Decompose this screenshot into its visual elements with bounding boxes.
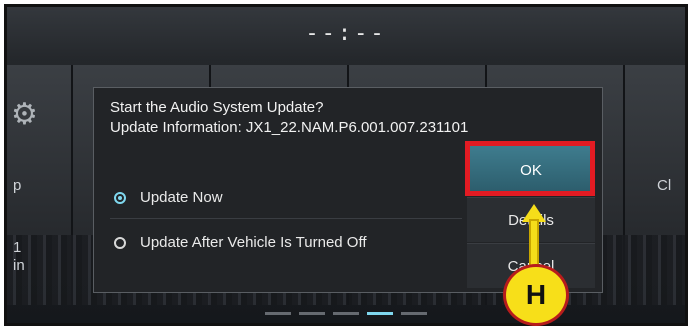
gear-icon: ⚙ xyxy=(11,98,38,131)
ok-highlight-box xyxy=(465,141,595,196)
option-label: Update After Vehicle Is Turned Off xyxy=(140,234,367,251)
radio-unselected-icon[interactable] xyxy=(114,236,126,249)
option-update-after-off[interactable]: Update After Vehicle Is Turned Off xyxy=(114,234,367,251)
step-badge: H xyxy=(503,264,569,326)
update-information: Update Information: JX1_22.NAM.P6.001.00… xyxy=(110,119,469,136)
page-dot-active[interactable] xyxy=(367,312,393,315)
status-bar: --:-- xyxy=(7,7,685,61)
page-dot[interactable] xyxy=(333,312,359,315)
tile-label: p xyxy=(13,177,22,194)
option-update-now[interactable]: Update Now xyxy=(114,189,223,206)
page-dot[interactable] xyxy=(401,312,427,315)
radio-selected-icon[interactable] xyxy=(114,191,126,204)
dialog-title: Start the Audio System Update? xyxy=(110,99,324,116)
tile-label: Cl xyxy=(657,177,672,194)
page-indicator xyxy=(265,312,427,315)
option-label: Update Now xyxy=(140,189,223,206)
divider xyxy=(110,218,462,219)
page-dot[interactable] xyxy=(265,312,291,315)
tile-label: in xyxy=(13,257,25,274)
page-dot[interactable] xyxy=(299,312,325,315)
tile-label: 1 xyxy=(13,239,22,256)
clock: --:-- xyxy=(305,21,387,46)
